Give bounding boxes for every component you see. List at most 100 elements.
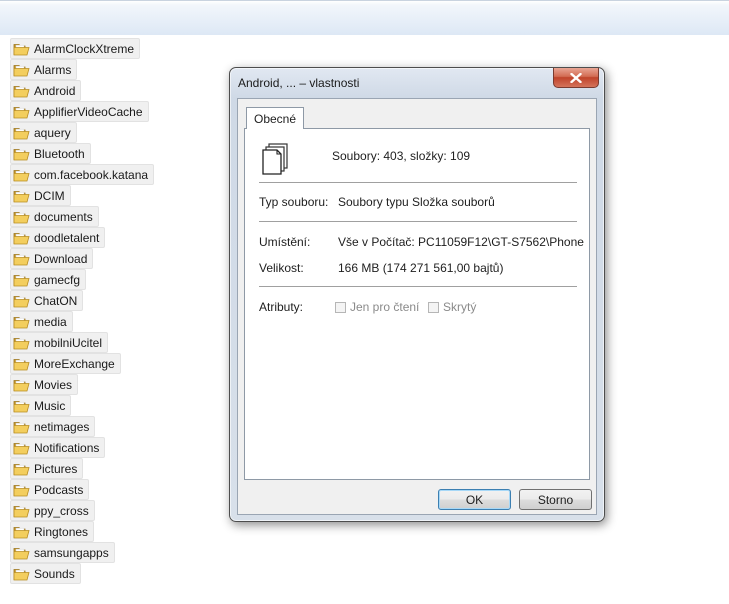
folder-label: gamecfg <box>34 272 81 287</box>
folder-label: Pictures <box>34 461 78 476</box>
folder-label: AlarmClockXtreme <box>34 41 135 56</box>
folder-label: samsungapps <box>34 545 109 560</box>
size-label: Velikost: <box>259 261 304 275</box>
folder-label: Movies <box>34 377 73 392</box>
tab-general[interactable]: Obecné <box>246 107 304 129</box>
folder-label: Bluetooth <box>34 146 85 161</box>
folder-item[interactable]: Alarms <box>10 59 78 80</box>
folder-item[interactable]: ApplifierVideoCache <box>10 101 149 122</box>
folder-item[interactable]: Sounds <box>10 563 81 584</box>
folder-label: ChatON <box>34 293 78 308</box>
folder-icon <box>13 316 30 328</box>
folder-icon <box>13 169 30 181</box>
folder-item[interactable]: netimages <box>10 416 96 437</box>
folder-icon <box>13 421 30 433</box>
size-value: 166 MB (174 271 561,00 bajtů) <box>338 261 504 275</box>
folder-icon <box>13 106 30 118</box>
location-value: Vše v Počítač: PC11059F12\GT-S7562\Phone <box>338 235 584 249</box>
folder-icon <box>13 127 30 139</box>
folder-label: com.facebook.katana <box>34 167 149 182</box>
folder-item[interactable]: Download <box>10 248 94 269</box>
attributes-label: Atributy: <box>259 300 304 314</box>
folder-item[interactable]: aquery <box>10 122 77 143</box>
folder-item[interactable]: Bluetooth <box>10 143 91 164</box>
folder-icon <box>13 232 30 244</box>
folder-item[interactable]: Podcasts <box>10 479 90 500</box>
folder-icon <box>13 148 30 160</box>
folder-icon <box>13 274 30 286</box>
cancel-button[interactable]: Storno <box>519 489 592 510</box>
folder-icon <box>13 295 30 307</box>
folder-item[interactable]: Notifications <box>10 437 106 458</box>
folder-label: media <box>34 314 67 329</box>
folder-item[interactable]: com.facebook.katana <box>10 164 155 185</box>
folder-item[interactable]: MoreExchange <box>10 353 121 374</box>
folder-item[interactable]: Ringtones <box>10 521 95 542</box>
folder-item[interactable]: Movies <box>10 374 79 395</box>
folder-icon <box>13 505 30 517</box>
folder-icon <box>13 358 30 370</box>
folder-icon <box>13 400 30 412</box>
checkbox-box <box>428 301 439 313</box>
folder-item[interactable]: media <box>10 311 73 332</box>
folder-label: Alarms <box>34 62 72 77</box>
folder-label: Notifications <box>34 440 100 455</box>
type-value: Soubory typu Složka souborů <box>338 195 495 209</box>
folder-label: DCIM <box>34 188 65 203</box>
folder-icon <box>13 64 30 76</box>
hidden-checkbox-label: Skrytý <box>443 300 477 314</box>
divider <box>259 182 577 183</box>
folder-item[interactable]: doodletalent <box>10 227 106 248</box>
folder-item[interactable]: Music <box>10 395 72 416</box>
folder-icon <box>13 547 30 559</box>
folder-label: doodletalent <box>34 230 100 245</box>
folder-label: netimages <box>34 419 90 434</box>
folder-icon <box>13 442 30 454</box>
folder-label: Music <box>34 398 66 413</box>
folder-icon <box>13 43 30 55</box>
properties-dialog: Android, ... – vlastnosti Obecné Soubory… <box>229 67 605 522</box>
folder-icon <box>13 211 30 223</box>
explorer-toolbar-strip <box>0 0 729 35</box>
folder-label: aquery <box>34 125 71 140</box>
folder-icon <box>13 568 30 580</box>
close-icon <box>570 72 582 83</box>
folder-label: Download <box>34 251 88 266</box>
folder-item[interactable]: gamecfg <box>10 269 87 290</box>
folder-item[interactable]: documents <box>10 206 99 227</box>
folder-icon <box>13 463 30 475</box>
folder-item[interactable]: Pictures <box>10 458 84 479</box>
folder-icon <box>13 337 30 349</box>
dialog-client-area: Obecné Soubory: 403, složky: 109 Typ sou… <box>237 98 597 515</box>
folder-icon <box>13 484 30 496</box>
folder-item[interactable]: samsungapps <box>10 542 115 563</box>
folder-icon <box>13 85 30 97</box>
folder-icon <box>13 253 30 265</box>
folder-label: Ringtones <box>34 524 89 539</box>
folder-label: ppy_cross <box>34 503 89 518</box>
readonly-checkbox-label: Jen pro čtení <box>350 300 420 314</box>
folder-icon <box>13 379 30 391</box>
location-label: Umístění: <box>259 235 311 249</box>
folder-label: mobilniUcitel <box>34 335 103 350</box>
dialog-title: Android, ... – vlastnosti <box>238 76 360 90</box>
type-label: Typ souboru: <box>259 195 329 209</box>
close-button[interactable] <box>553 68 599 88</box>
folder-label: documents <box>34 209 93 224</box>
ok-button[interactable]: OK <box>438 489 511 510</box>
folder-label: Podcasts <box>34 482 84 497</box>
general-panel: Soubory: 403, složky: 109 Typ souboru: S… <box>244 128 590 480</box>
folder-item[interactable]: ppy_cross <box>10 500 95 521</box>
checkbox-box <box>335 301 346 313</box>
folder-icon <box>13 190 30 202</box>
divider <box>259 221 577 222</box>
folder-item[interactable]: mobilniUcitel <box>10 332 109 353</box>
multiple-files-icon <box>262 143 288 175</box>
folder-item[interactable]: Android <box>10 80 82 101</box>
folder-item[interactable]: ChatON <box>10 290 84 311</box>
hidden-checkbox[interactable]: Skrytý <box>428 300 476 314</box>
folder-item[interactable]: DCIM <box>10 185 71 206</box>
folder-item[interactable]: AlarmClockXtreme <box>10 38 141 59</box>
divider <box>259 286 577 287</box>
readonly-checkbox[interactable]: Jen pro čtení <box>335 300 419 314</box>
